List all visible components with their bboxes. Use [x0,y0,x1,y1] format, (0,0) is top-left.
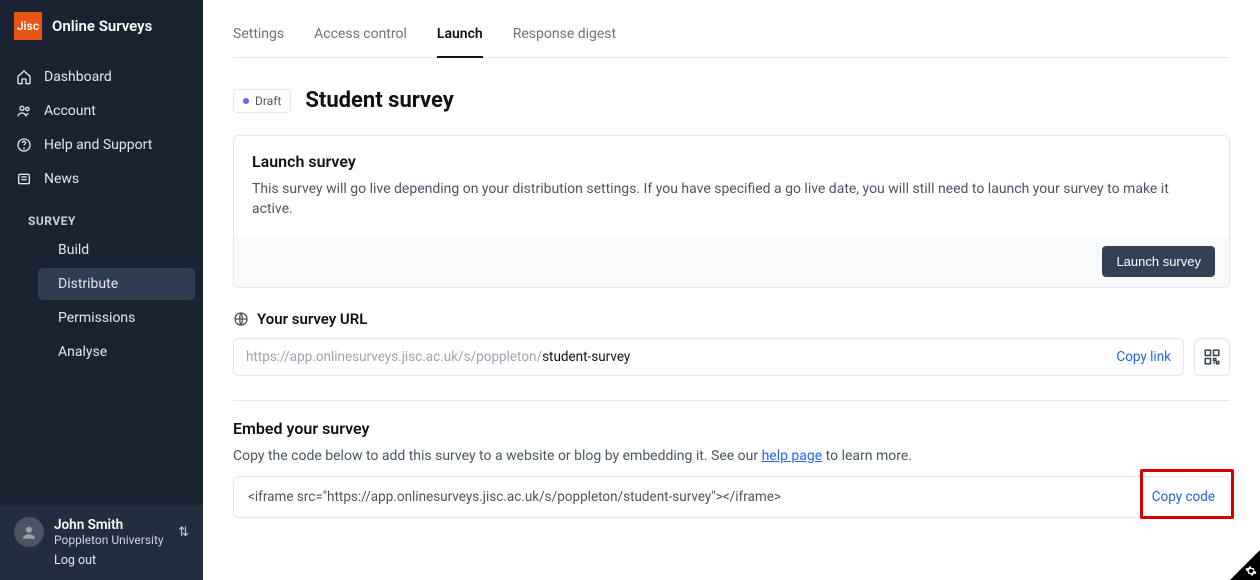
home-icon [16,69,32,85]
nav-label: Help and Support [44,137,152,153]
embed-desc-pre: Copy the code below to add this survey t… [233,448,762,464]
users-icon [16,103,32,119]
card-body: Launch survey This survey will go live d… [234,136,1229,236]
status-badge: Draft [233,89,291,113]
card-text: This survey will go live depending on yo… [252,179,1211,220]
tab-response-digest[interactable]: Response digest [513,20,616,57]
user-org: Poppleton University [54,533,168,547]
nav-label: Dashboard [44,69,112,85]
card-title: Launch survey [252,152,1211,171]
app-root: Jisc Online Surveys Dashboard Account He… [0,0,1260,580]
launch-card: Launch survey This survey will go live d… [233,135,1230,288]
avatar [14,517,44,547]
brand-logo: Jisc [14,12,42,40]
nav-label: Analyse [58,344,107,360]
nav-help[interactable]: Help and Support [0,128,203,162]
tab-access-control[interactable]: Access control [314,20,407,57]
logout-link[interactable]: Log out [54,553,189,568]
tab-launch[interactable]: Launch [437,20,483,58]
title-row: Draft Student survey [233,88,1230,113]
brand: Jisc Online Surveys [0,0,203,54]
nav-section-survey: SURVEY [0,196,203,232]
nav-label: Distribute [58,276,118,292]
sidebar-footer: John Smith Poppleton University ⇅ Log ou… [0,505,203,580]
tab-settings[interactable]: Settings [233,20,284,57]
embed-title: Embed your survey [233,419,1230,438]
nav-label: News [44,171,79,187]
gear-icon [1245,565,1257,577]
url-row: https://app.onlinesurveys.jisc.ac.uk/s/p… [233,338,1230,376]
divider [233,400,1230,401]
survey-subnav: Build Distribute Permissions Analyse [0,234,203,368]
section-label: SURVEY [28,214,76,228]
status-text: Draft [255,94,281,108]
subnav-distribute[interactable]: Distribute [38,268,195,300]
primary-nav: Dashboard Account Help and Support News … [0,54,203,376]
user-row[interactable]: John Smith Poppleton University ⇅ [14,517,189,547]
help-icon [16,137,32,153]
nav-label: Build [58,242,89,258]
globe-icon [233,311,249,327]
status-dot-icon [243,98,249,104]
embed-code: <iframe src="https://app.onlinesurveys.j… [248,489,781,505]
card-actions: Launch survey [234,236,1229,287]
subnav-analyse[interactable]: Analyse [38,336,195,368]
url-slug: student-survey [542,349,630,365]
url-section-header: Your survey URL [233,310,1230,328]
user-info: John Smith Poppleton University [54,517,168,547]
embed-row: <iframe src="https://app.onlinesurveys.j… [233,476,1230,518]
url-prefix: https://app.onlinesurveys.jisc.ac.uk/s/p… [246,349,542,365]
nav-news[interactable]: News [0,162,203,196]
help-page-link[interactable]: help page [762,448,823,464]
page-title: Student survey [305,88,454,113]
copy-link-button[interactable]: Copy link [1116,349,1171,365]
nav-label: Account [44,103,96,119]
qr-code-button[interactable] [1194,338,1230,376]
nav-label: Permissions [58,310,135,326]
main-content: Settings Access control Launch Response … [203,0,1260,580]
sidebar: Jisc Online Surveys Dashboard Account He… [0,0,203,580]
subnav-build[interactable]: Build [38,234,195,266]
embed-desc-post: to learn more. [822,448,912,464]
nav-dashboard[interactable]: Dashboard [0,60,203,94]
brand-title: Online Surveys [52,17,152,35]
section-title: Your survey URL [257,310,367,328]
chevron-updown-icon: ⇅ [178,525,189,540]
subnav-permissions[interactable]: Permissions [38,302,195,334]
user-name: John Smith [54,517,168,533]
embed-description: Copy the code below to add this survey t… [233,448,1230,464]
qr-icon [1203,348,1221,366]
url-box[interactable]: https://app.onlinesurveys.jisc.ac.uk/s/p… [233,338,1184,376]
news-icon [16,171,32,187]
tabs: Settings Access control Launch Response … [233,0,1230,58]
copy-code-button[interactable]: Copy code [1152,489,1215,505]
launch-survey-button[interactable]: Launch survey [1102,246,1215,277]
embed-box[interactable]: <iframe src="https://app.onlinesurveys.j… [233,476,1230,518]
nav-account[interactable]: Account [0,94,203,128]
